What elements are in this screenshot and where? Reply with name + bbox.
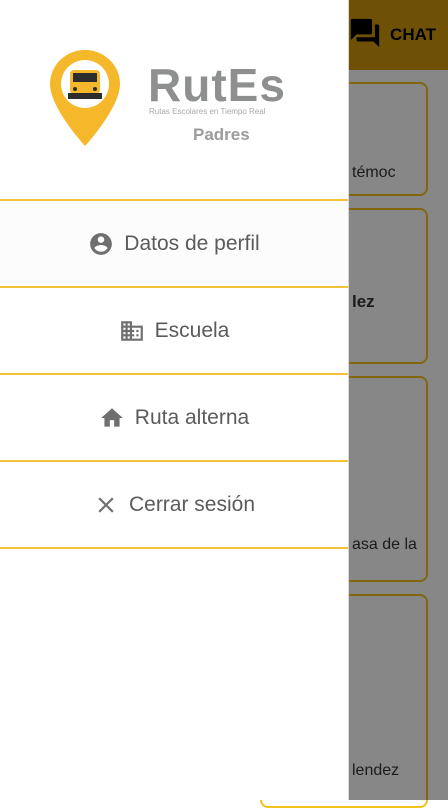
menu-item-label: Ruta alterna <box>134 405 250 429</box>
menu-item-alt-route[interactable]: Ruta alterna <box>0 373 348 460</box>
close-icon <box>93 492 119 518</box>
menu-item-label: Escuela <box>154 318 230 342</box>
bus-location-pin-icon <box>50 50 120 146</box>
menu-item-label: Cerrar sesión <box>128 492 256 516</box>
menu-item-label: Datos de perfil <box>124 231 260 255</box>
home-icon <box>99 405 125 431</box>
brand-role: Padres <box>193 125 250 144</box>
menu-item-school[interactable]: Escuela <box>0 286 348 373</box>
navigation-drawer: RutEs Rutas Escolares en Tiempo Real Pad… <box>0 0 349 800</box>
brand-tagline: Rutas Escolares en Tiempo Real <box>149 107 266 116</box>
drawer-header: RutEs Rutas Escolares en Tiempo Real Pad… <box>0 0 348 200</box>
account-circle-icon <box>88 231 114 257</box>
brand-name: RutEs <box>148 59 286 111</box>
menu-item-logout[interactable]: Cerrar sesión <box>0 460 348 549</box>
drawer-menu: Datos de perfil Escuela Ruta alterna Cer… <box>0 199 348 549</box>
menu-item-profile[interactable]: Datos de perfil <box>0 199 348 286</box>
building-icon <box>119 318 145 344</box>
